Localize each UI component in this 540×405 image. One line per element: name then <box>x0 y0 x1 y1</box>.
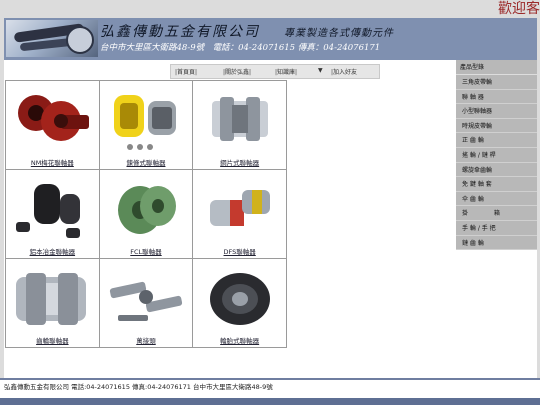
fcl-coupling-green-icon[interactable] <box>100 170 193 248</box>
footer-divider <box>0 378 540 380</box>
dfs-coupling-red-grey-icon[interactable] <box>193 170 286 248</box>
sidebar-item[interactable]: 伞 齒 輪 <box>456 192 537 207</box>
tire-coupling-black-icon[interactable] <box>193 259 286 337</box>
nav-add-friend[interactable]: |加入好友 <box>331 67 357 76</box>
footer-strip <box>0 398 540 405</box>
jaw-coupling-red-icon[interactable] <box>6 81 99 159</box>
product-card[interactable]: FCL聯軸器 <box>98 169 194 259</box>
product-name[interactable]: 齒輪聯軸器 <box>6 337 99 346</box>
product-name[interactable]: FCL聯軸器 <box>100 248 193 257</box>
product-name[interactable]: DFS聯軸器 <box>193 248 286 257</box>
product-card[interactable]: 齒輪聯軸器 <box>5 258 100 348</box>
company-tagline: 專業製造各式傳動元件 <box>284 28 394 39</box>
sidebar-item[interactable]: 時規皮帶輪 <box>456 119 537 134</box>
product-catalog-sidebar: 產品型錄 三角皮帶輪 聯 軸 器 小型聯軸器 時規皮帶輪 正 齒 輪 搖 輪 /… <box>456 60 537 251</box>
product-name[interactable]: 鋁本冶金聯軸器 <box>6 248 99 257</box>
sidebar-item[interactable]: 鏈 齒 輪 <box>456 236 537 251</box>
welcome-marquee: 歡迎客 <box>498 1 540 17</box>
product-card[interactable]: DFS聯軸器 <box>192 169 287 259</box>
chevron-down-icon[interactable]: ▼ <box>318 67 323 74</box>
sidebar-item[interactable]: 掛 箱 <box>456 206 537 221</box>
product-card[interactable]: 輪胎式聯軸器 <box>192 258 287 348</box>
product-card[interactable]: 鋼片式聯軸器 <box>192 80 287 170</box>
sidebar-item[interactable]: 搖 輪 / 鏈 桿 <box>456 148 537 163</box>
universal-joint-icon[interactable] <box>100 259 193 337</box>
product-card[interactable]: 鍊條式聯軸器 <box>98 80 194 170</box>
footer: 弘鑫傳動五金有限公司 電話:04-24071615 傳真:04-24076171… <box>0 378 540 405</box>
sidebar-item[interactable]: 正 齒 輪 <box>456 133 537 148</box>
chain-coupling-yellow-icon[interactable] <box>100 81 193 159</box>
nav-about[interactable]: |關於弘鑫| <box>223 67 251 76</box>
product-card[interactable]: 萬接頭 <box>98 258 194 348</box>
sidebar-heading: 產品型錄 <box>456 60 537 75</box>
nav-knowledge[interactable]: |知識庫| <box>275 67 297 76</box>
header-banner: 弘鑫傳動五金有限公司 專業製造各式傳動元件 台中市大里區大衛路48-9號 電話：… <box>4 18 537 60</box>
sidebar-item[interactable]: 螺旋傘齒輪 <box>456 163 537 178</box>
jaw-coupling-black-icon[interactable] <box>6 170 99 248</box>
company-logo[interactable] <box>6 20 98 57</box>
disc-coupling-steel-icon[interactable] <box>193 81 286 159</box>
product-name[interactable]: 鍊條式聯軸器 <box>100 159 193 168</box>
product-grid: NM梅花聯軸器 鍊條式聯軸器 鋼片式聯軸器 鋁本冶金聯軸器 FCL聯軸器 DFS… <box>5 80 287 348</box>
sidebar-item[interactable]: 免 鍵 軸 套 <box>456 177 537 192</box>
nav-home[interactable]: |首頁頁| <box>175 67 197 76</box>
page: 弘鑫傳動五金有限公司 專業製造各式傳動元件 台中市大里區大衛路48-9號 電話：… <box>4 18 537 398</box>
sidebar-item[interactable]: 手 輪 / 手 把 <box>456 221 537 236</box>
product-name[interactable]: NM梅花聯軸器 <box>6 159 99 168</box>
sidebar-item[interactable]: 三角皮帶輪 <box>456 75 537 90</box>
gear-coupling-steel-icon[interactable] <box>6 259 99 337</box>
company-name: 弘鑫傳動五金有限公司 <box>100 24 260 40</box>
footer-text: 弘鑫傳動五金有限公司 電話:04-24071615 傳真:04-24076171… <box>4 383 273 391</box>
product-card[interactable]: NM梅花聯軸器 <box>5 80 100 170</box>
sidebar-item[interactable]: 聯 軸 器 <box>456 90 537 105</box>
product-name[interactable]: 輪胎式聯軸器 <box>193 337 286 346</box>
sidebar-item[interactable]: 小型聯軸器 <box>456 104 537 119</box>
product-card[interactable]: 鋁本冶金聯軸器 <box>5 169 100 259</box>
company-contact: 台中市大里區大衛路48-9號 電話：04-24071615 傳真：04-2407… <box>100 43 381 53</box>
product-name[interactable]: 萬接頭 <box>100 337 193 346</box>
product-name[interactable]: 鋼片式聯軸器 <box>193 159 286 168</box>
top-navigation: |首頁頁| |關於弘鑫| |知識庫| ▼ |加入好友 <box>170 64 380 79</box>
